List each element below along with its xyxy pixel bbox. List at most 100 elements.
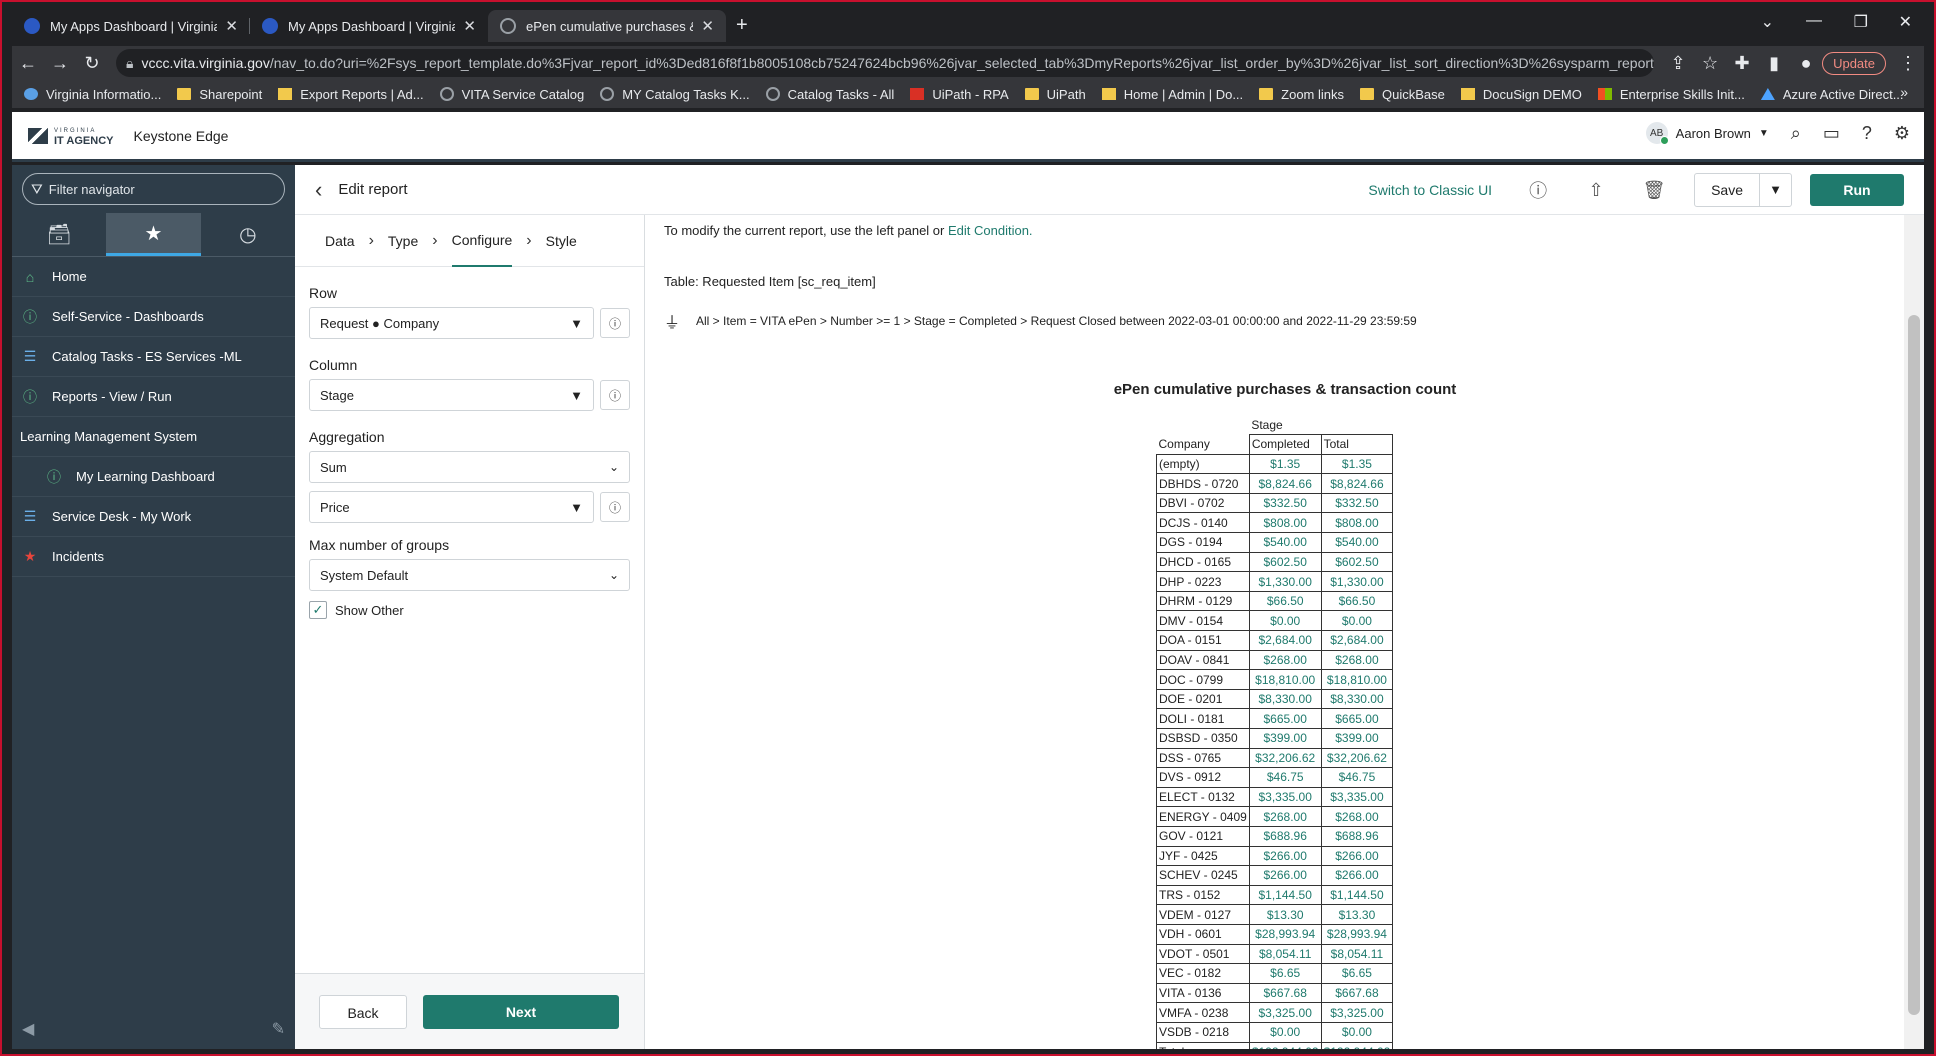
value-cell[interactable]: $1,144.50 [1320,884,1394,906]
next-button[interactable]: Next [423,994,619,1029]
bookmark-item[interactable]: Sharepoint [177,87,262,102]
value-cell[interactable]: $0.00 [1248,610,1322,632]
value-cell[interactable]: $8,330.00 [1320,688,1394,710]
info-icon[interactable]: ⓘ [1520,177,1556,203]
profile-icon[interactable]: ● [1790,53,1822,74]
value-cell[interactable]: $399.00 [1320,728,1394,749]
switch-classic-link[interactable]: Switch to Classic UI [1368,182,1492,198]
value-cell[interactable]: $266.00 [1248,865,1322,886]
value-cell[interactable]: $602.50 [1248,551,1322,573]
close-tab-icon[interactable]: ✕ [463,17,476,35]
browser-tab-1[interactable]: My Apps Dashboard | Virginia Inf ✕ [12,10,250,42]
step-data[interactable]: Data [325,215,355,267]
value-cell[interactable]: $0.00 [1248,1021,1322,1043]
filter-text[interactable]: All > Item = VITA ePen > Number >= 1 > S… [696,314,1417,328]
menu-icon[interactable]: ⋮ [1892,53,1924,74]
value-cell[interactable]: $808.00 [1248,512,1322,534]
value-cell[interactable]: $3,335.00 [1320,786,1394,808]
reload-icon[interactable]: ↻ [76,53,108,74]
back-chevron-icon[interactable]: ‹ [315,177,322,203]
value-cell[interactable]: $399.00 [1248,728,1322,749]
value-cell[interactable]: $1,330.00 [1320,571,1394,592]
row-select[interactable]: Request ● Company ▼ [309,307,594,339]
bookmark-item[interactable]: UiPath - RPA [910,87,1009,102]
collapse-icon[interactable]: ◀ [22,1019,34,1039]
new-tab-button[interactable]: + [726,10,758,42]
value-cell[interactable]: $1.35 [1248,453,1322,475]
value-cell[interactable]: $688.96 [1248,825,1322,847]
value-cell[interactable]: $3,335.00 [1248,786,1322,808]
user-menu[interactable]: AB Aaron Brown ▼ [1645,122,1769,145]
bookmark-item[interactable]: MY Catalog Tasks K... [600,87,750,102]
value-cell[interactable]: $1,330.00 [1248,571,1322,592]
trash-icon[interactable]: 🗑︎ [1636,180,1672,201]
value-cell[interactable]: $8,054.11 [1320,943,1394,965]
step-configure[interactable]: Configure [451,215,513,267]
value-cell[interactable]: $8,824.66 [1320,473,1394,494]
value-cell[interactable]: $46.75 [1320,767,1394,788]
restore-icon[interactable]: ❐ [1854,12,1868,32]
value-cell[interactable]: $268.00 [1320,806,1394,827]
aggregation-field-select[interactable]: Price ▼ [309,491,594,523]
save-dropdown-icon[interactable]: ▼ [1759,174,1791,206]
back-button[interactable]: Back [319,994,407,1029]
edit-condition-link[interactable]: Edit Condition. [948,223,1033,238]
value-cell[interactable]: $667.68 [1248,982,1322,1004]
value-cell[interactable]: $808.00 [1320,512,1394,534]
value-cell[interactable]: $1,144.50 [1248,884,1322,906]
sidepanel-icon[interactable]: ▮ [1758,53,1790,74]
sidebar-item[interactable]: ⓘ My Learning Dashboard [12,457,295,497]
value-cell[interactable]: $32,206.62 [1248,747,1322,769]
value-cell[interactable]: $540.00 [1320,532,1394,553]
value-cell[interactable]: $1.35 [1320,453,1394,475]
tab-history[interactable]: ◷ [201,213,295,256]
value-cell[interactable]: $665.00 [1248,708,1322,729]
bookmark-item[interactable]: Catalog Tasks - All [765,87,894,102]
max-groups-select[interactable]: System Default ⌄ [309,559,630,591]
value-cell[interactable]: $13.30 [1248,904,1322,925]
value-cell[interactable]: $2,684.00 [1248,630,1322,651]
chat-icon[interactable]: ▭ [1823,123,1840,144]
value-cell[interactable]: $266.00 [1320,865,1394,886]
value-cell[interactable]: $32,206.62 [1320,747,1394,769]
sidebar-item[interactable]: ★ Incidents [12,537,295,577]
url-field[interactable]: 🔒︎ vccc.vita.virginia.gov /nav_to.do?uri… [116,49,1655,77]
sidebar-item[interactable]: ☰ Service Desk - My Work [12,497,295,537]
bookmark-item[interactable]: UiPath [1024,87,1086,102]
close-tab-icon[interactable]: ✕ [225,17,238,35]
value-cell[interactable]: $688.96 [1320,825,1394,847]
help-icon[interactable]: ? [1862,123,1872,144]
close-tab-icon[interactable]: ✕ [701,17,714,35]
value-cell[interactable]: $122,944.02 [1320,1041,1394,1049]
info-icon[interactable]: ⓘ [600,492,630,522]
bookmark-star-icon[interactable]: ☆ [1694,53,1726,74]
minimize-icon[interactable]: — [1806,12,1822,30]
step-type[interactable]: Type [388,215,418,267]
sidebar-item[interactable]: ⓘ Reports - View / Run [12,377,295,417]
browser-tab-2[interactable]: My Apps Dashboard | Virginia Inf ✕ [250,10,488,42]
funnel-icon[interactable]: ⏚ [664,309,680,333]
value-cell[interactable]: $18,810.00 [1320,669,1394,690]
value-cell[interactable]: $0.00 [1320,1021,1394,1043]
value-cell[interactable]: $66.50 [1320,590,1394,612]
value-cell[interactable]: $266.00 [1248,845,1322,867]
preview-scrollbar[interactable] [1904,215,1924,1049]
share-icon[interactable]: ⇪ [1662,53,1694,74]
aggregation-select[interactable]: Sum ⌄ [309,451,630,483]
bookmark-item[interactable]: Enterprise Skills Init... [1597,87,1745,102]
value-cell[interactable]: $268.00 [1248,649,1322,671]
value-cell[interactable]: $266.00 [1320,845,1394,867]
value-cell[interactable]: $6.65 [1320,963,1394,984]
tab-search-icon[interactable]: ⌄ [1761,12,1774,32]
save-button[interactable]: Save [1695,174,1759,206]
value-cell[interactable]: $332.50 [1320,492,1394,514]
bookmark-item[interactable]: Home | Admin | Do... [1101,87,1243,102]
update-button[interactable]: Update [1822,51,1886,75]
sidebar-item[interactable]: ☰ Catalog Tasks - ES Services -ML [12,337,295,377]
value-cell[interactable]: $8,330.00 [1248,688,1322,710]
column-select[interactable]: Stage ▼ [309,379,594,411]
edit-icon[interactable]: ✎ [272,1019,285,1039]
value-cell[interactable]: $66.50 [1248,590,1322,612]
bookmark-item[interactable]: QuickBase [1360,87,1445,102]
value-cell[interactable]: $0.00 [1320,610,1394,632]
